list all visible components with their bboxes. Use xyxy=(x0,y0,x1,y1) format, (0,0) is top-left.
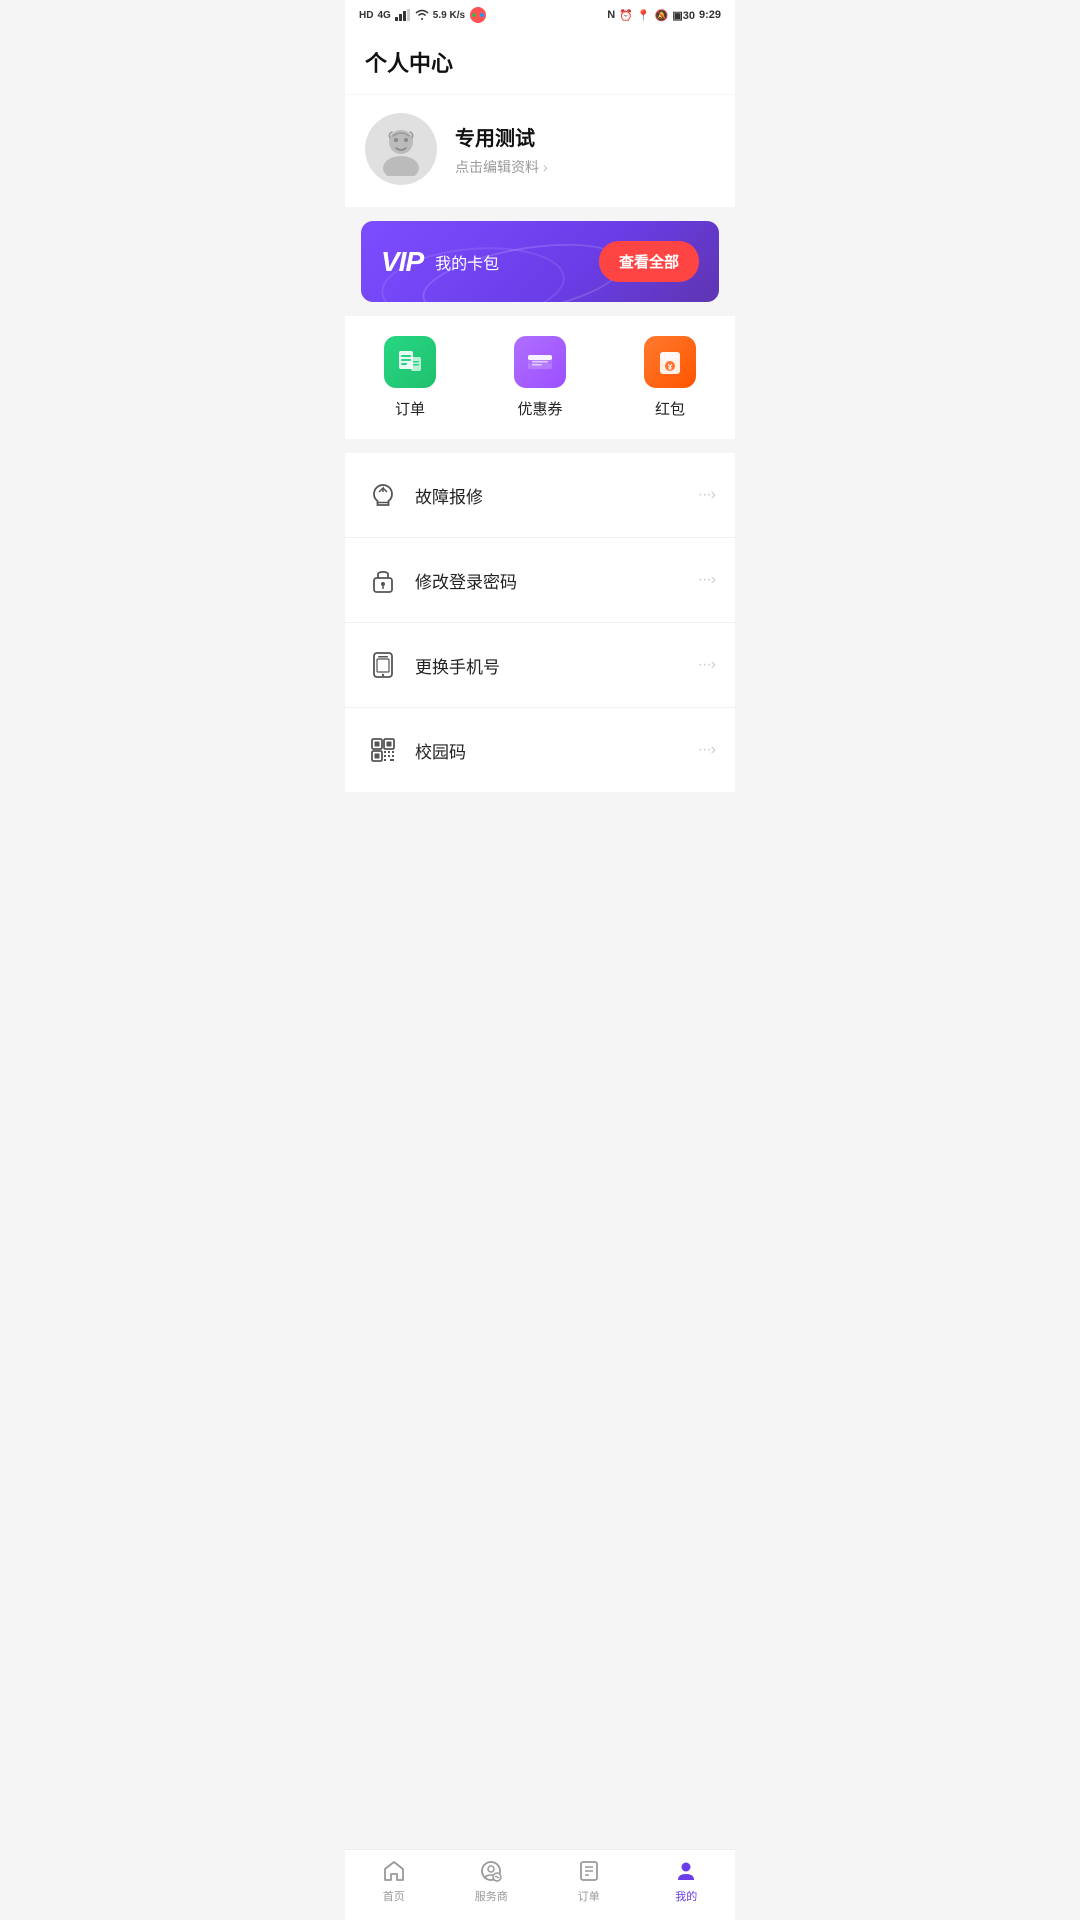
mine-nav-icon xyxy=(673,1858,699,1884)
home-nav-label: 首页 xyxy=(383,1888,405,1904)
status-left: HD 4G 5.9 K/s xyxy=(359,6,487,24)
service-nav-icon xyxy=(478,1858,504,1884)
app-icon xyxy=(469,6,487,24)
password-arrow: ···› xyxy=(698,571,715,589)
vip-view-all-button[interactable]: 查看全部 xyxy=(599,241,699,282)
phone-icon xyxy=(365,647,401,683)
profile-card[interactable]: 专用测试 点击编辑资料 › xyxy=(345,95,735,207)
campus-arrow: ···› xyxy=(698,741,715,759)
profile-edit-arrow: › xyxy=(543,159,548,175)
battery-icon: ▣30 xyxy=(672,9,695,22)
quick-actions: 订单 优惠券 xyxy=(345,316,735,439)
redpack-label: 红包 xyxy=(655,398,685,419)
redpack-icon: ¥ xyxy=(644,336,696,388)
main-content: 个人中心 专用测试 点击编辑资料 › VIP xyxy=(345,28,735,792)
quick-action-order[interactable]: 订单 xyxy=(345,336,475,419)
nav-item-mine[interactable]: 我的 xyxy=(638,1858,736,1904)
menu-item-phone[interactable]: 更换手机号 ···› xyxy=(345,623,735,708)
coupon-label: 优惠券 xyxy=(517,398,562,419)
vip-left: VIP 我的卡包 xyxy=(381,246,499,278)
svg-text:¥: ¥ xyxy=(668,363,673,372)
nfc-icon: N xyxy=(607,9,615,21)
phone-arrow: ···› xyxy=(698,656,715,674)
campus-icon xyxy=(365,732,401,768)
menu-item-campus[interactable]: 校园码 ···› xyxy=(345,708,735,792)
phone-label: 更换手机号 xyxy=(415,653,698,678)
location-icon: 📍 xyxy=(637,9,651,22)
wifi-icon xyxy=(415,9,429,21)
avatar xyxy=(365,113,437,185)
profile-info: 专用测试 点击编辑资料 › xyxy=(455,122,715,177)
page-title: 个人中心 xyxy=(365,46,715,78)
nav-item-service[interactable]: 服务商 xyxy=(443,1858,541,1904)
vip-logo: VIP xyxy=(381,246,423,278)
password-label: 修改登录密码 xyxy=(415,568,698,593)
status-hd: HD xyxy=(359,10,373,21)
nav-item-home[interactable]: 首页 xyxy=(345,1858,443,1904)
page-header: 个人中心 xyxy=(345,28,735,94)
menu-section: 故障报修 ···› 修改登录密码 ···› xyxy=(345,453,735,792)
menu-item-password[interactable]: 修改登录密码 ···› xyxy=(345,538,735,623)
service-nav-label: 服务商 xyxy=(475,1888,508,1904)
quick-action-coupon[interactable]: 优惠券 xyxy=(475,336,605,419)
vip-banner[interactable]: VIP 我的卡包 查看全部 xyxy=(361,221,719,302)
vip-text: 我的卡包 xyxy=(435,250,499,274)
orders-nav-icon xyxy=(576,1858,602,1884)
avatar-image xyxy=(374,122,428,176)
mine-nav-label: 我的 xyxy=(675,1888,697,1904)
menu-item-repair[interactable]: 故障报修 ···› xyxy=(345,453,735,538)
repair-label: 故障报修 xyxy=(415,483,698,508)
profile-edit-text: 点击编辑资料 xyxy=(455,157,539,177)
status-right: N ⏰ 📍 🔕 ▣30 9:29 xyxy=(607,9,721,22)
mute-icon: 🔕 xyxy=(655,9,669,22)
lock-icon xyxy=(365,562,401,598)
campus-label: 校园码 xyxy=(415,738,698,763)
signal-icon xyxy=(395,9,411,21)
order-icon xyxy=(384,336,436,388)
home-nav-icon xyxy=(381,1858,407,1884)
repair-arrow: ···› xyxy=(698,486,715,504)
repair-icon xyxy=(365,477,401,513)
alarm-icon: ⏰ xyxy=(619,9,633,22)
nav-item-orders[interactable]: 订单 xyxy=(540,1858,638,1904)
coupon-icon xyxy=(514,336,566,388)
profile-name: 专用测试 xyxy=(455,122,715,151)
bottom-nav: 首页 服务商 订单 xyxy=(345,1849,735,1920)
status-bar: HD 4G 5.9 K/s N ⏰ 📍 🔕 ▣30 9:29 xyxy=(345,0,735,28)
quick-action-redpack[interactable]: ¥ 红包 xyxy=(605,336,735,419)
orders-nav-label: 订单 xyxy=(578,1888,600,1904)
speed: 5.9 K/s xyxy=(433,10,465,21)
order-label: 订单 xyxy=(395,398,425,419)
profile-edit-link[interactable]: 点击编辑资料 › xyxy=(455,157,715,177)
status-4g: 4G xyxy=(377,10,390,21)
time: 9:29 xyxy=(699,9,721,21)
